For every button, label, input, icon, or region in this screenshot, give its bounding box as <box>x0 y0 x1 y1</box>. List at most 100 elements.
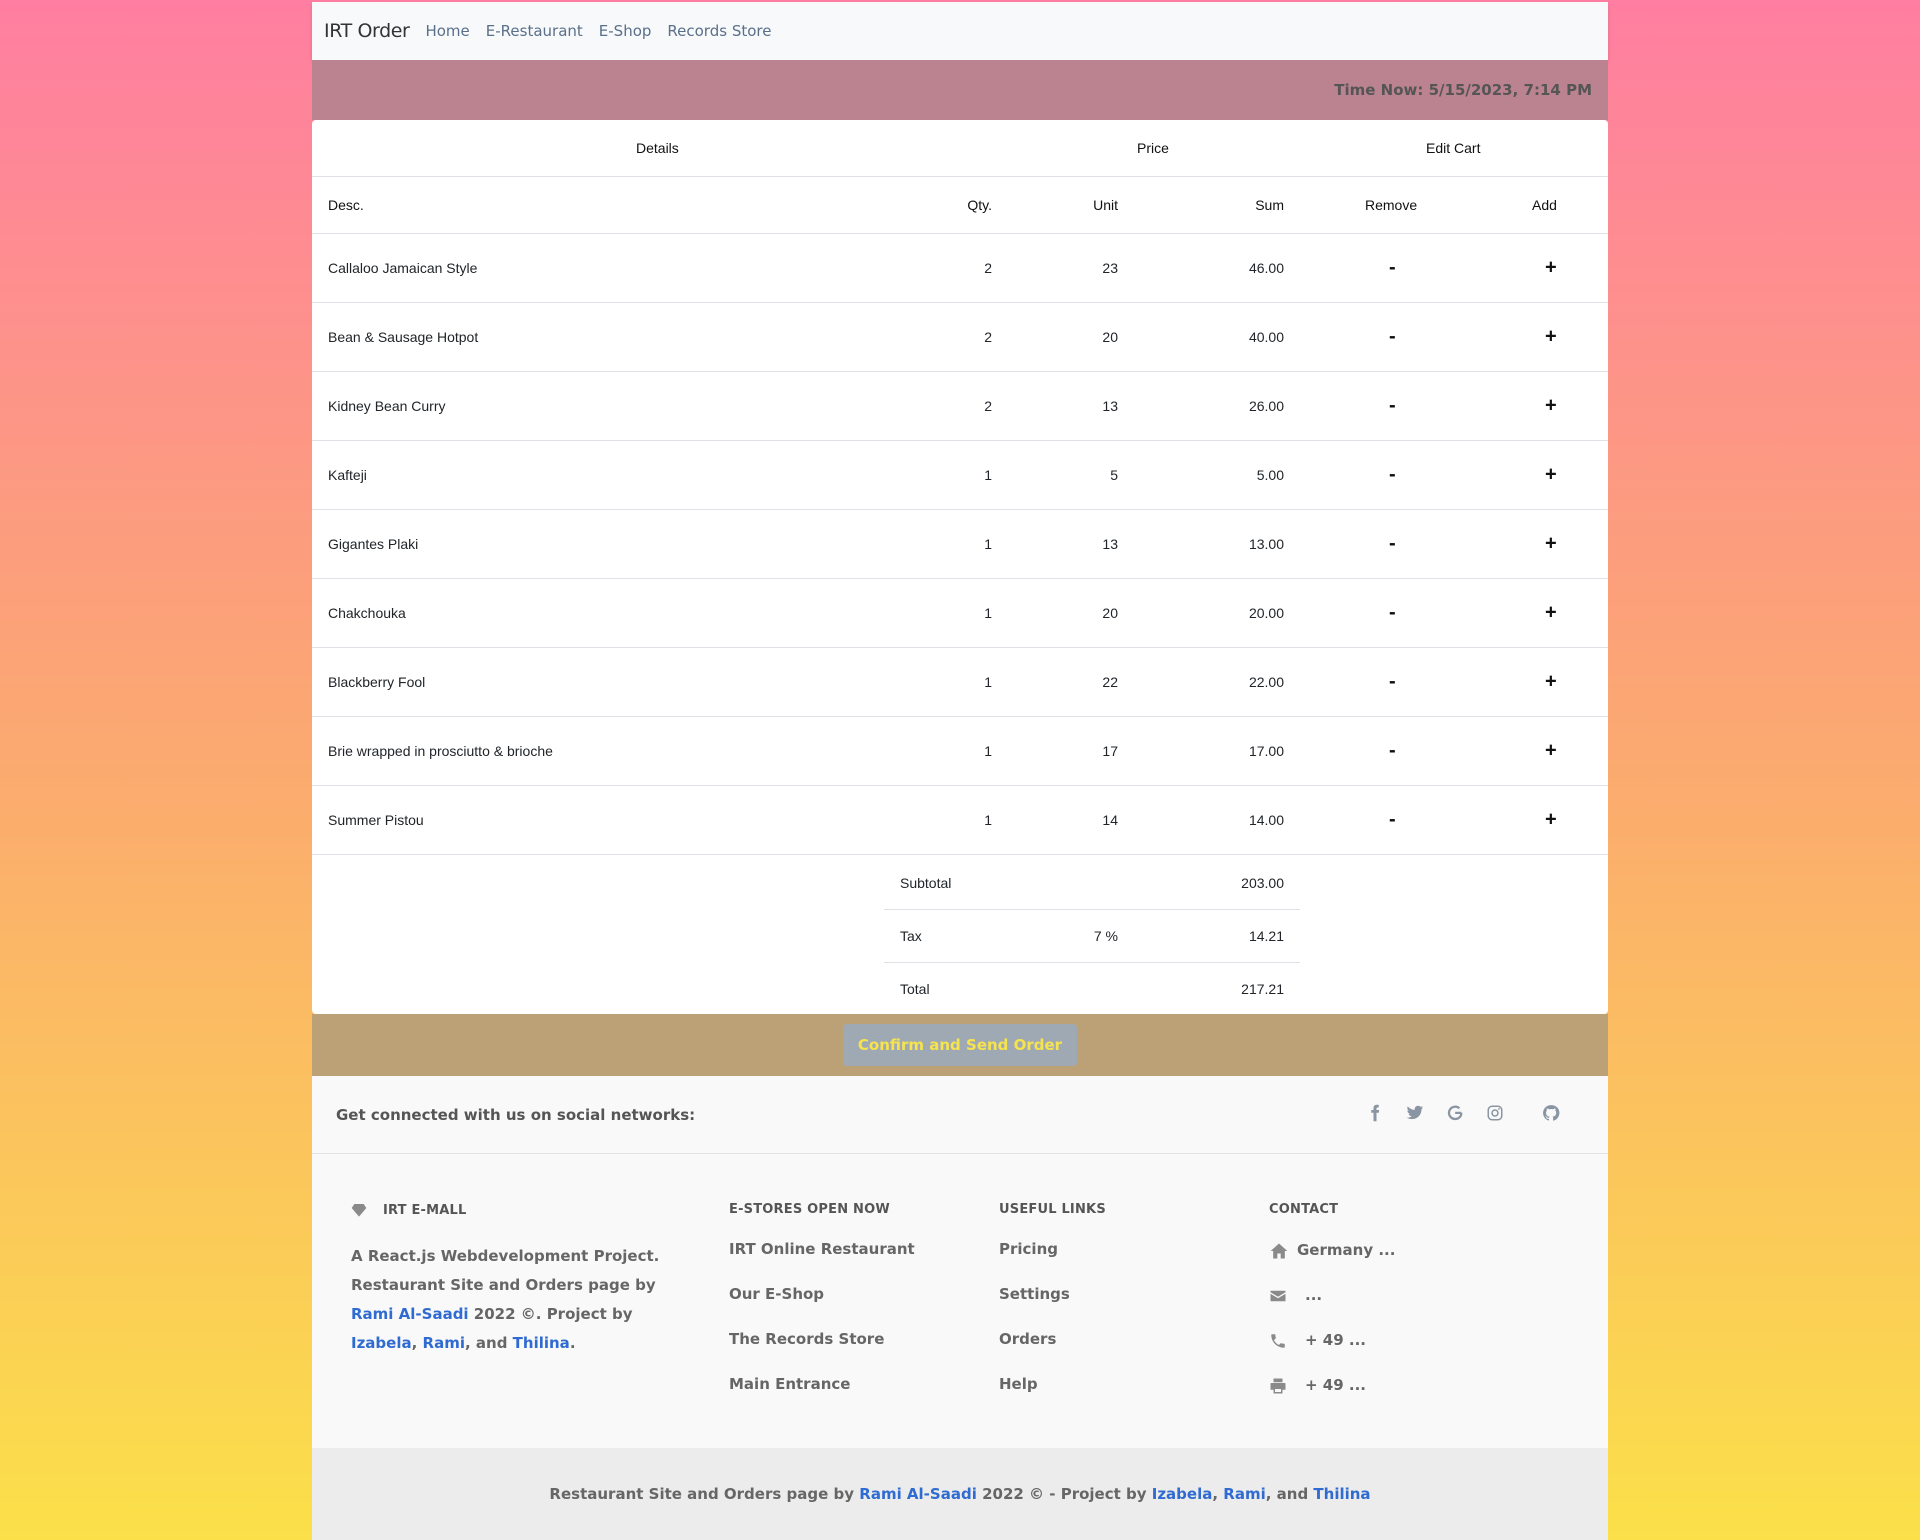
contact-phone-text: + 49 ... <box>1305 1331 1366 1349</box>
social-text: Get connected with us on social networks… <box>336 1105 696 1124</box>
about-link-rami[interactable]: Rami <box>423 1334 465 1352</box>
contact-email-text: ... <box>1305 1286 1323 1304</box>
remove-item-button[interactable]: - <box>1389 257 1396 280</box>
instagram-icon[interactable] <box>1486 1104 1508 1126</box>
remove-item-button[interactable]: - <box>1389 464 1396 487</box>
group-header-price: Price <box>1137 140 1169 156</box>
remove-item-button[interactable]: - <box>1389 326 1396 349</box>
remove-item-button[interactable]: - <box>1389 740 1396 763</box>
social-icons <box>1348 1076 1564 1154</box>
twitter-icon[interactable] <box>1406 1104 1428 1126</box>
facebook-icon[interactable] <box>1366 1104 1388 1126</box>
item-sum: 13.00 <box>1248 536 1284 552</box>
item-unit: 17 <box>1102 743 1118 759</box>
navbar: IRT Order Home E-Restaurant E-Shop Recor… <box>312 2 1608 60</box>
remove-item-button[interactable]: - <box>1389 671 1396 694</box>
remove-item-button[interactable]: - <box>1389 395 1396 418</box>
col-header-unit: Unit <box>1093 197 1118 213</box>
copyright-bar: Restaurant Site and Orders page by Rami … <box>312 1448 1608 1540</box>
about-link-rami-al-saadi[interactable]: Rami Al-Saadi <box>351 1305 469 1323</box>
item-unit: 20 <box>1102 329 1118 345</box>
copyright-link-thilina[interactable]: Thilina <box>1313 1485 1370 1503</box>
about-text-sep: , and <box>464 1334 513 1352</box>
table-row: Callaloo Jamaican Style 2 23 46.00 - + <box>312 234 1608 303</box>
envelope-icon <box>1269 1287 1305 1305</box>
contact-address-text: Germany ... <box>1297 1241 1396 1259</box>
phone-icon <box>1269 1332 1305 1350</box>
tax-row: Tax 7 % 14.21 <box>884 910 1300 963</box>
item-sum: 46.00 <box>1248 260 1284 276</box>
item-qty: 2 <box>984 260 992 276</box>
footer-link-irt-online-restaurant[interactable]: IRT Online Restaurant <box>729 1240 915 1258</box>
footer-link-orders[interactable]: Orders <box>999 1330 1056 1348</box>
table-row: Kidney Bean Curry 2 13 26.00 - + <box>312 372 1608 441</box>
copyright-link-izabela[interactable]: Izabela <box>1152 1485 1213 1503</box>
footer-link-main-entrance[interactable]: Main Entrance <box>729 1375 850 1393</box>
item-sum: 22.00 <box>1248 674 1284 690</box>
col-header-qty: Qty. <box>967 197 992 213</box>
github-icon[interactable] <box>1542 1104 1564 1126</box>
about-link-thilina[interactable]: Thilina <box>513 1334 570 1352</box>
footer-link-pricing[interactable]: Pricing <box>999 1240 1058 1258</box>
order-table: Details Price Edit Cart Desc. Qty. Unit … <box>312 120 1608 1014</box>
gem-icon <box>351 1202 367 1218</box>
add-item-button[interactable]: + <box>1545 257 1557 280</box>
contact-fax-text: + 49 ... <box>1305 1376 1366 1394</box>
footer-heading-contact: CONTACT <box>1269 1202 1339 1217</box>
item-sum: 14.00 <box>1248 812 1284 828</box>
item-desc: Bean & Sausage Hotpot <box>328 329 479 345</box>
nav-link-e-shop[interactable]: E-Shop <box>599 22 652 40</box>
confirm-send-order-button[interactable]: Confirm and Send Order <box>842 1024 1078 1066</box>
contact-email: ... <box>1269 1281 1322 1310</box>
item-desc: Kafteji <box>328 467 367 483</box>
add-item-button[interactable]: + <box>1545 671 1557 694</box>
remove-item-button[interactable]: - <box>1389 809 1396 832</box>
item-qty: 1 <box>984 536 992 552</box>
add-item-button[interactable]: + <box>1545 602 1557 625</box>
add-item-button[interactable]: + <box>1545 464 1557 487</box>
print-icon <box>1269 1377 1305 1395</box>
nav-link-home[interactable]: Home <box>425 22 469 40</box>
subtotal-label: Subtotal <box>900 875 952 891</box>
nav-link-records-store[interactable]: Records Store <box>667 22 771 40</box>
total-value: 217.21 <box>1241 981 1284 997</box>
table-row: Gigantes Plaki 1 13 13.00 - + <box>312 510 1608 579</box>
add-item-button[interactable]: + <box>1545 533 1557 556</box>
copyright-link-rami-al-saadi[interactable]: Rami Al-Saadi <box>859 1485 977 1503</box>
add-item-button[interactable]: + <box>1545 809 1557 832</box>
add-item-button[interactable]: + <box>1545 326 1557 349</box>
item-desc: Summer Pistou <box>328 812 424 828</box>
footer-col-useful-links: USEFUL LINKS Pricing Settings Orders Hel… <box>999 1202 1239 1422</box>
item-desc: Blackberry Fool <box>328 674 426 690</box>
add-item-button[interactable]: + <box>1545 740 1557 763</box>
footer-heading-irt-emall: IRT E-MALL <box>383 1202 467 1218</box>
copyright-text-part: Restaurant Site and Orders page by <box>549 1485 855 1503</box>
footer-link-our-eshop[interactable]: Our E-Shop <box>729 1285 824 1303</box>
navbar-brand[interactable]: IRT Order <box>324 20 410 42</box>
remove-item-button[interactable]: - <box>1389 533 1396 556</box>
footer-link-settings[interactable]: Settings <box>999 1285 1070 1303</box>
item-unit: 13 <box>1102 398 1118 414</box>
item-sum: 26.00 <box>1248 398 1284 414</box>
about-text-end: . <box>569 1334 576 1352</box>
nav-link-e-restaurant[interactable]: E-Restaurant <box>486 22 583 40</box>
footer-link-help[interactable]: Help <box>999 1375 1038 1393</box>
group-header-edit-cart: Edit Cart <box>1426 140 1481 156</box>
google-icon[interactable] <box>1446 1104 1468 1126</box>
remove-item-button[interactable]: - <box>1389 602 1396 625</box>
copyright-text-part: 2022 © - Project by <box>976 1485 1152 1503</box>
table-row: Blackberry Fool 1 22 22.00 - + <box>312 648 1608 717</box>
table-row: Kafteji 1 5 5.00 - + <box>312 441 1608 510</box>
item-qty: 2 <box>984 398 992 414</box>
about-link-izabela[interactable]: Izabela <box>351 1334 412 1352</box>
add-item-button[interactable]: + <box>1545 395 1557 418</box>
item-unit: 5 <box>1110 467 1118 483</box>
about-text-part: 2022 ©. Project by <box>468 1305 633 1323</box>
footer: IRT E-MALL A React.js Webdevelopment Pro… <box>312 1154 1608 1448</box>
about-text-part: A React.js Webdevelopment Project. Resta… <box>351 1247 660 1294</box>
copyright-link-rami[interactable]: Rami <box>1223 1485 1265 1503</box>
footer-col-contact: CONTACT Germany ... ... + 49 ... + 49 ..… <box>1269 1202 1529 1422</box>
social-bar: Get connected with us on social networks… <box>312 1076 1608 1154</box>
footer-link-records-store[interactable]: The Records Store <box>729 1330 884 1348</box>
home-icon <box>1269 1241 1297 1261</box>
